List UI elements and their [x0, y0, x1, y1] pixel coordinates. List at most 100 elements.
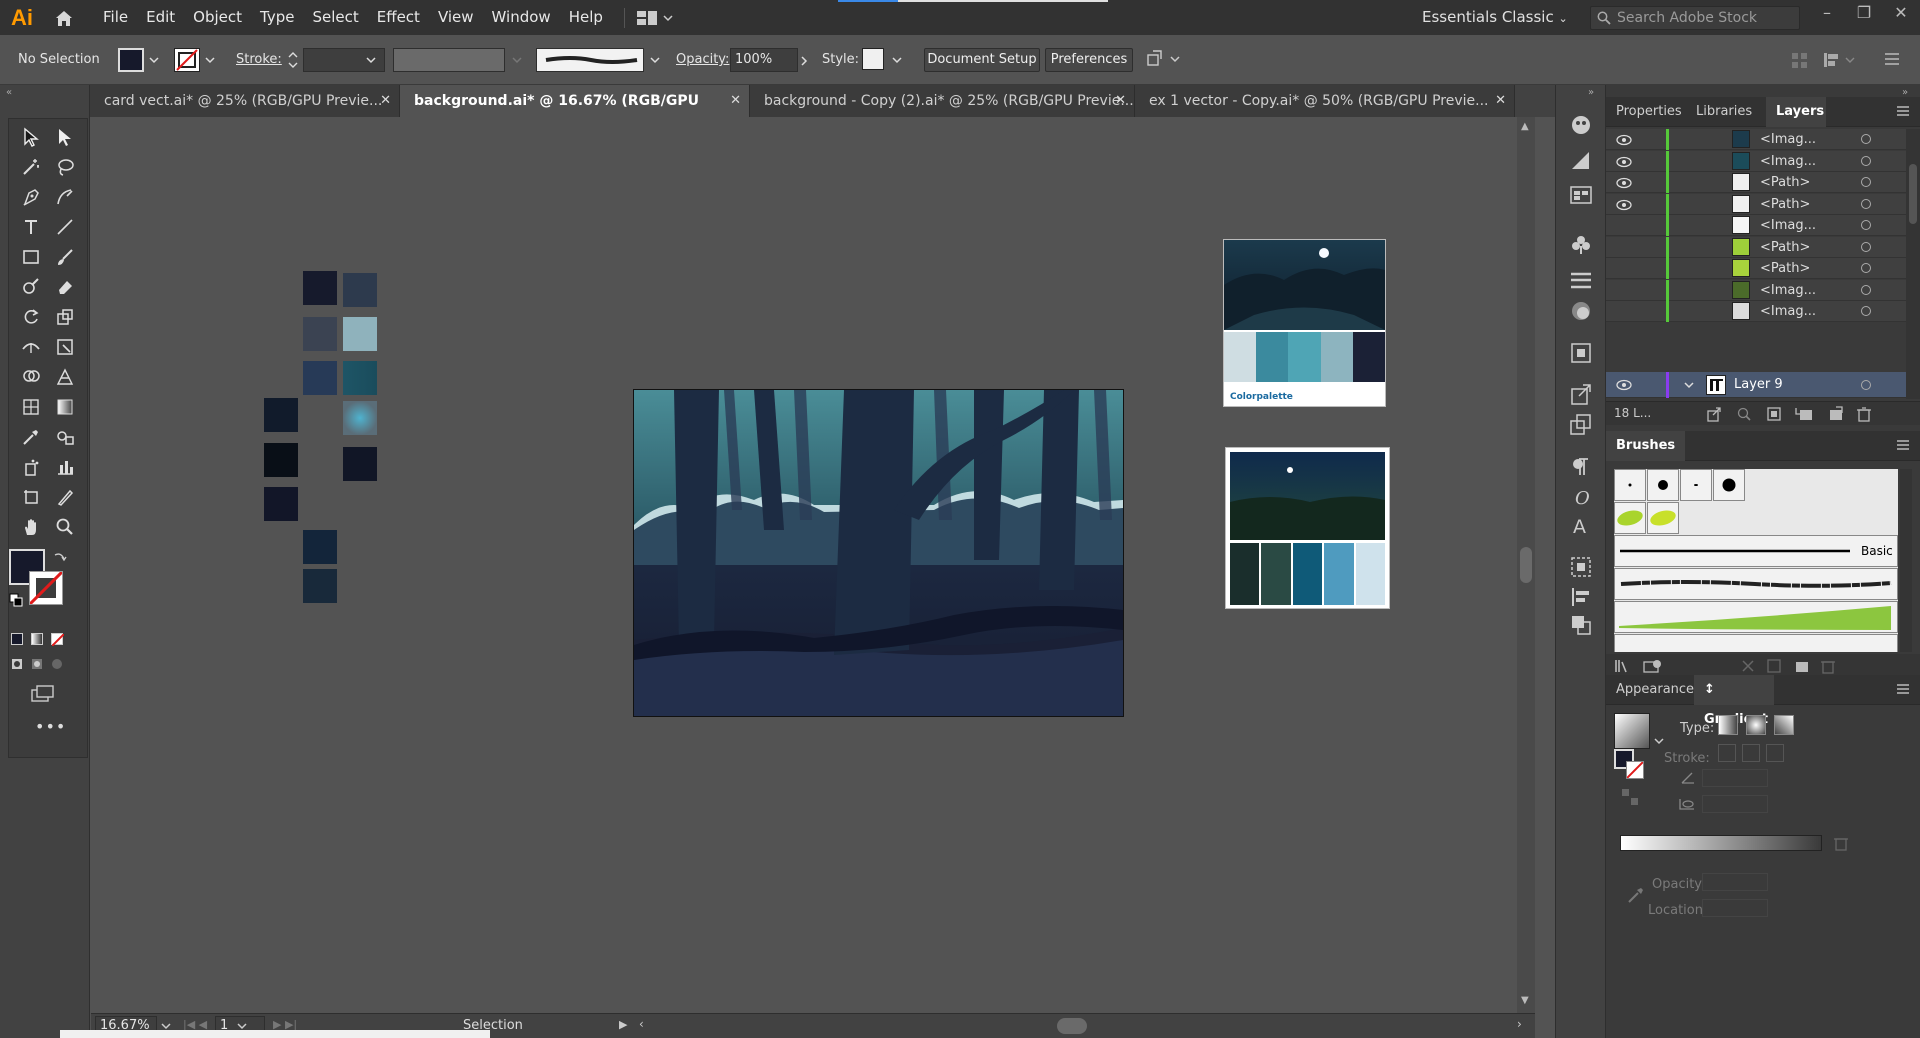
document-setup-button[interactable]: Document Setup — [924, 48, 1040, 72]
gradient-panel-menu-icon[interactable] — [1896, 683, 1910, 695]
pathfinder-icon[interactable] — [1569, 613, 1593, 637]
edit-toolbar-icon[interactable]: ••• — [35, 717, 66, 736]
default-fill-stroke-icon[interactable] — [9, 593, 23, 610]
artboards-icon[interactable] — [1569, 413, 1593, 437]
stroke-along-icon[interactable] — [1742, 744, 1760, 762]
tab-background-copy-2[interactable]: background - Copy (2).ai* @ 25% (RGB/GPU… — [750, 85, 1135, 117]
close-tab-icon[interactable]: ✕ — [1115, 85, 1126, 117]
brush-basic[interactable]: Basic — [1614, 535, 1898, 567]
rotate-tool-icon[interactable] — [15, 303, 47, 331]
fill-dropdown-icon[interactable] — [149, 56, 159, 66]
restore-button[interactable]: ❐ — [1849, 0, 1879, 30]
menu-file[interactable]: File — [94, 0, 137, 35]
vertical-scrollbar[interactable]: ▲ ▼ — [1517, 117, 1535, 1013]
brush-dot-angled[interactable] — [1680, 469, 1712, 501]
freeform-gradient-button[interactable] — [1774, 715, 1794, 735]
color-swatch[interactable] — [303, 361, 337, 395]
gradient-eyedropper-icon[interactable] — [1626, 885, 1646, 905]
home-icon[interactable] — [44, 0, 84, 35]
color-swatch[interactable] — [343, 401, 377, 435]
stroke-weight-dropdown-icon[interactable] — [366, 56, 376, 66]
paintbrush-tool-icon[interactable] — [49, 243, 81, 271]
close-window-button[interactable]: ✕ — [1886, 0, 1916, 30]
close-tab-icon[interactable]: ✕ — [1495, 85, 1506, 117]
workspace-switcher[interactable]: Essentials Classic ⌄ — [1422, 0, 1568, 35]
layers-panel-menu-icon[interactable] — [1896, 105, 1910, 117]
brush-dot-medium[interactable] — [1647, 469, 1679, 501]
column-graph-tool-icon[interactable] — [49, 453, 81, 481]
target-circle-icon[interactable] — [1861, 177, 1871, 187]
artboard-tool-icon[interactable] — [15, 483, 47, 511]
transform-panel-icon[interactable] — [1569, 341, 1593, 365]
brush-libraries-icon[interactable] — [1614, 658, 1632, 674]
tab-layers[interactable]: Layers — [1766, 97, 1826, 127]
target-circle-icon[interactable] — [1861, 198, 1871, 209]
target-circle-icon[interactable] — [1861, 263, 1871, 273]
brush-leaf-green-2[interactable] — [1647, 502, 1679, 534]
color-swatch[interactable] — [343, 447, 377, 481]
layer-row[interactable]: <Path> — [1606, 193, 1906, 215]
gradient-location-field[interactable] — [1702, 899, 1768, 917]
menu-window[interactable]: Window — [483, 0, 560, 35]
stroke-color-box[interactable] — [28, 570, 64, 606]
gradient-mode-icon[interactable] — [31, 633, 43, 645]
menu-object[interactable]: Object — [184, 0, 251, 35]
new-sublayer-icon[interactable] — [1794, 406, 1814, 422]
none-mode-icon[interactable] — [51, 633, 65, 647]
menu-select[interactable]: Select — [303, 0, 367, 35]
stroke-panel-icon[interactable] — [1569, 269, 1593, 293]
stroke-swatch[interactable] — [174, 48, 200, 72]
aspect-ratio-field[interactable] — [1702, 795, 1768, 813]
preferences-button[interactable]: Preferences — [1045, 48, 1133, 72]
menu-edit[interactable]: Edit — [137, 0, 184, 35]
reference-palette-card-1[interactable]: Colorpalette — [1223, 239, 1386, 407]
character-icon[interactable]: A — [1569, 513, 1593, 537]
color-swatch[interactable] — [303, 530, 337, 564]
reverse-gradient-icon[interactable] — [1620, 787, 1640, 807]
reference-palette-card-2[interactable] — [1225, 447, 1390, 609]
gradient-preview[interactable] — [1614, 713, 1650, 749]
artboard-forest-illustration[interactable] — [633, 389, 1124, 717]
fill-swatch[interactable] — [118, 48, 144, 72]
stroke-weight-stepper[interactable] — [287, 49, 299, 71]
symbol-sprayer-tool-icon[interactable] — [15, 453, 47, 481]
color-swatch[interactable] — [343, 273, 377, 307]
gradient-tool-icon[interactable] — [49, 393, 81, 421]
arrange-documents-icon[interactable] — [636, 10, 673, 25]
gradient-preset-dropdown-icon[interactable] — [1654, 737, 1664, 745]
collapse-strip-icon[interactable]: » — [1588, 87, 1594, 98]
transparency-icon[interactable] — [1569, 299, 1593, 323]
target-circle-icon[interactable] — [1861, 241, 1871, 252]
brush-charcoal[interactable] — [1614, 568, 1898, 600]
variable-width-profile[interactable] — [393, 48, 505, 72]
visibility-eye-icon[interactable] — [1616, 379, 1632, 391]
lasso-tool-icon[interactable] — [49, 153, 81, 181]
slice-tool-icon[interactable] — [49, 483, 81, 511]
color-swatch[interactable] — [343, 317, 377, 351]
color-swatch[interactable] — [303, 317, 337, 351]
minimize-button[interactable]: – — [1812, 0, 1842, 30]
radial-gradient-button[interactable] — [1746, 715, 1766, 735]
layer-row[interactable]: <Path> — [1606, 258, 1906, 279]
tab-gradient[interactable]: ↕ Gradient — [1694, 675, 1774, 727]
transform-icon[interactable] — [1822, 51, 1856, 69]
brush-dot-small[interactable] — [1614, 469, 1646, 501]
layer-row[interactable]: <Imag... — [1606, 301, 1906, 322]
swap-fill-stroke-icon[interactable] — [53, 551, 67, 568]
expand-chevron-icon[interactable] — [1684, 381, 1694, 389]
locate-object-icon[interactable] — [1736, 406, 1752, 422]
horizontal-scroll-thumb[interactable] — [1057, 1018, 1087, 1034]
make-clipping-mask-icon[interactable] — [1766, 406, 1782, 422]
brushes-scrollbar[interactable] — [1900, 469, 1912, 652]
type-tool-icon[interactable] — [15, 213, 47, 241]
opacity-chevron-right-icon[interactable] — [800, 56, 810, 66]
new-brush-icon[interactable] — [1794, 658, 1810, 674]
opacity-label[interactable]: Opacity: — [676, 52, 729, 67]
perspective-grid-tool-icon[interactable] — [49, 363, 81, 391]
gradient-slider[interactable] — [1620, 835, 1822, 851]
menu-help[interactable]: Help — [560, 0, 612, 35]
draw-normal-icon[interactable] — [11, 657, 65, 674]
tab-libraries[interactable]: Libraries — [1686, 97, 1762, 127]
tab-brushes[interactable]: Brushes — [1606, 431, 1686, 461]
scroll-down-icon[interactable]: ▼ — [1521, 995, 1529, 1006]
